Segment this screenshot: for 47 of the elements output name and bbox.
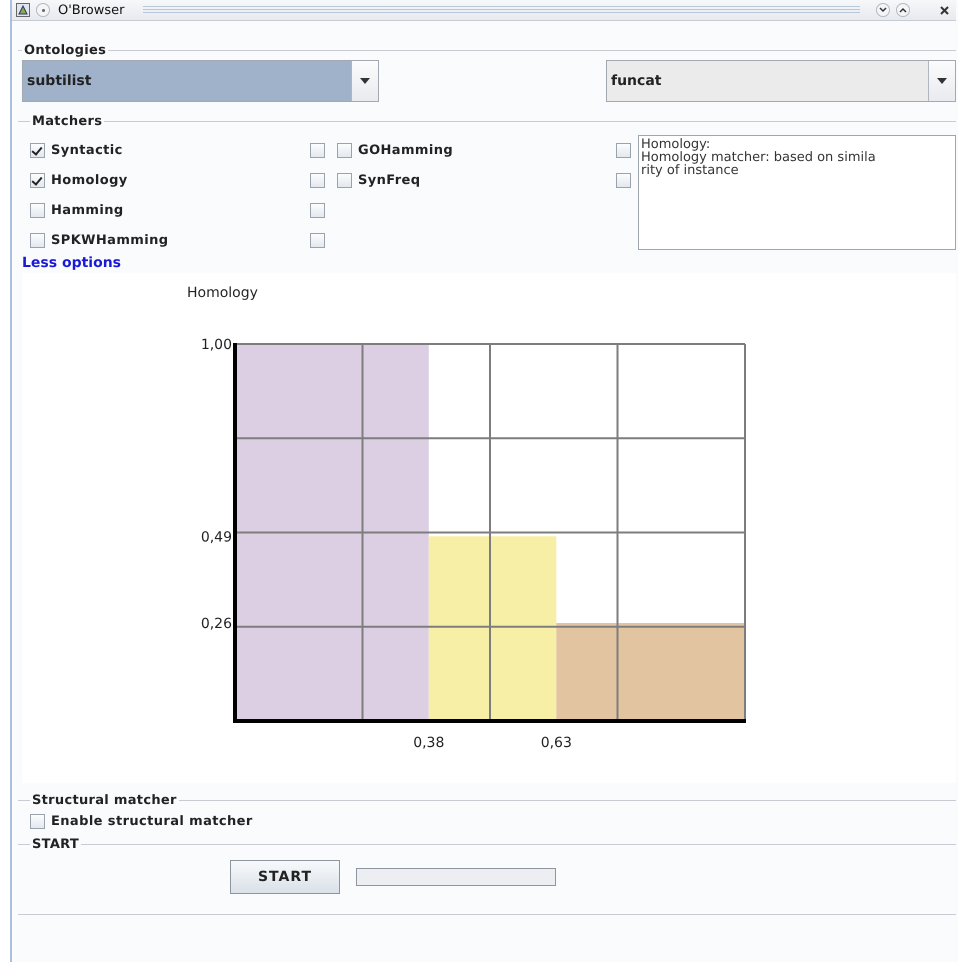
- checkbox-label: Enable structural matcher: [51, 814, 253, 829]
- checkbox[interactable]: [310, 142, 325, 158]
- checkbox[interactable]: [30, 202, 45, 218]
- tick-label: 0,26: [200, 616, 232, 632]
- section-title: Structural matcher: [31, 793, 178, 808]
- checkbox[interactable]: [337, 172, 352, 188]
- section-title: Ontologies: [23, 43, 108, 58]
- dropdown[interactable]: funcat: [606, 60, 956, 102]
- checkbox[interactable]: [30, 142, 45, 158]
- menu-button[interactable]: [36, 3, 50, 17]
- section-title: START: [31, 837, 80, 852]
- maximize-button[interactable]: [896, 3, 910, 17]
- chevron-down-icon: [879, 7, 887, 13]
- description-text: rity of instance: [641, 164, 740, 177]
- caret-icon: [937, 78, 947, 84]
- checkbox-label: SynFreq: [358, 172, 420, 188]
- tick-label: 1,00: [200, 337, 232, 353]
- dropdown[interactable]: subtilist: [22, 60, 379, 102]
- close-icon: [940, 6, 948, 14]
- checkbox-label: Syntactic: [51, 142, 123, 158]
- checkbox[interactable]: [310, 202, 325, 218]
- checkbox-label: Homology: [51, 172, 128, 188]
- tick-label: 0,63: [540, 735, 572, 751]
- checkbox[interactable]: [30, 232, 45, 248]
- app-icon[interactable]: [16, 3, 30, 17]
- checkbox[interactable]: [30, 172, 45, 188]
- start-button[interactable]: START: [230, 860, 340, 894]
- checkbox[interactable]: [30, 814, 45, 829]
- axis-title: Homology: [186, 285, 258, 301]
- window-title: O'Browser: [57, 2, 126, 18]
- tick-label: 0,38: [413, 735, 444, 751]
- minimize-button[interactable]: [876, 3, 890, 17]
- less-options-link[interactable]: Less options: [22, 255, 122, 271]
- checkbox[interactable]: [616, 172, 631, 188]
- checkbox[interactable]: [310, 172, 325, 188]
- checkbox[interactable]: [616, 142, 631, 158]
- checkbox-label: Hamming: [51, 202, 124, 218]
- checkbox[interactable]: [337, 142, 352, 158]
- checkbox-label: SPKWHamming: [51, 232, 168, 248]
- description-text: Homology matcher: based on simila: [641, 151, 877, 164]
- checkbox[interactable]: [310, 232, 325, 248]
- chevron-up-icon: [899, 7, 907, 13]
- tick-label: 0,49: [200, 529, 232, 546]
- checkbox-label: GOHamming: [358, 142, 454, 158]
- description-text: Homology:: [641, 138, 712, 151]
- section-title: Matchers: [31, 114, 104, 129]
- caret-icon: [360, 78, 370, 84]
